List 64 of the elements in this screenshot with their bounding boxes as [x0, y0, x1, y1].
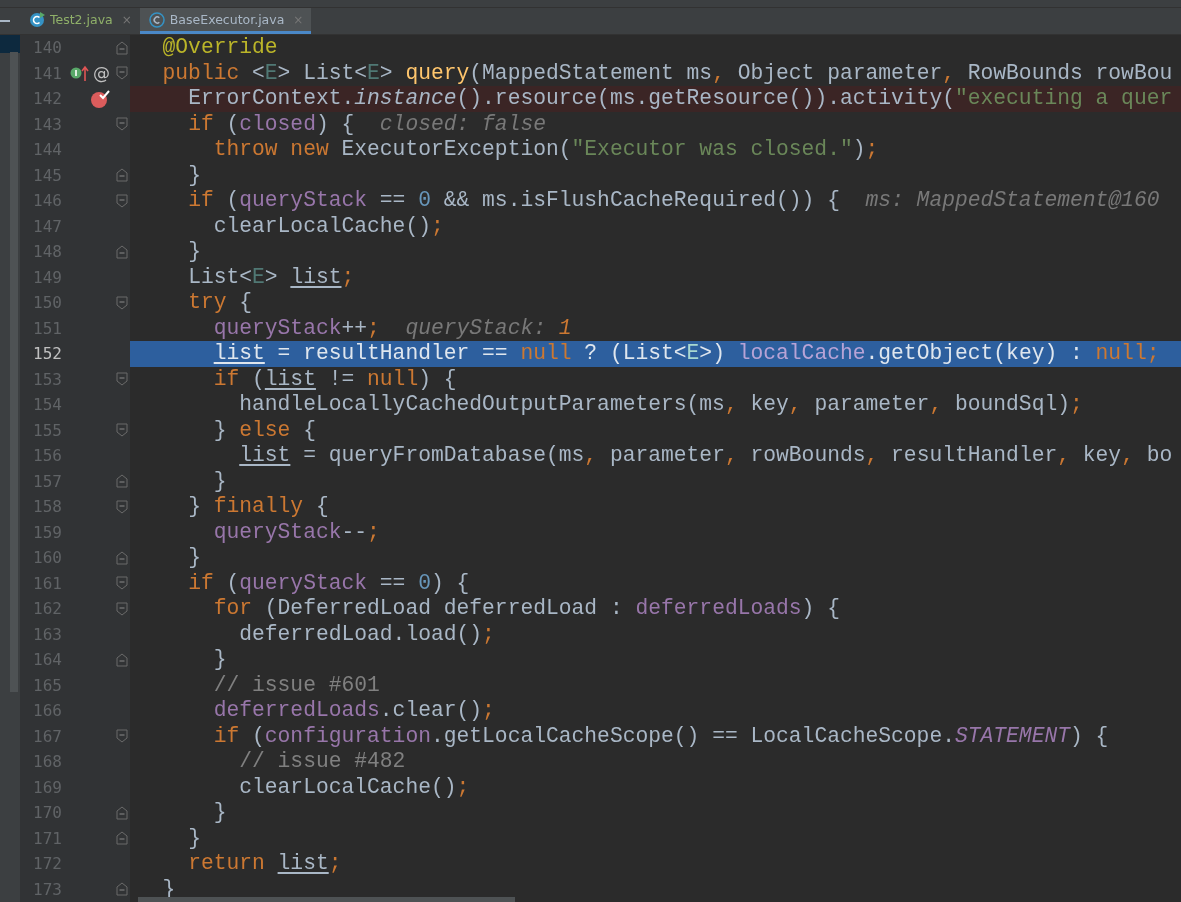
code-line: clearLocalCache();: [238, 774, 470, 800]
code-line: }: [212, 468, 227, 494]
annotation-icon[interactable]: @: [93, 64, 110, 82]
code-line: // issue #482: [238, 749, 406, 775]
close-icon[interactable]: ×: [121, 12, 132, 27]
fold-icon[interactable]: [116, 499, 128, 514]
code-line: List<E> list;: [187, 264, 355, 290]
fold-icon[interactable]: [116, 601, 128, 616]
fold-icon[interactable]: [116, 117, 128, 132]
fold-icon[interactable]: [116, 168, 128, 183]
code-line: if (list != null) {: [212, 366, 457, 392]
code-line: }: [187, 825, 201, 851]
code-line: list = resultHandler == null ? (List<E>) localCache.getObject(key) : null;: [212, 341, 1160, 367]
code-line: throw new ExecutorException("Executor was closed.");: [212, 137, 879, 163]
code-line: clearLocalCache();: [212, 213, 444, 239]
code-line: if (queryStack == 0 && ms.isFlushCacheRequired()) { ms: MappedStatement@160: [187, 188, 1160, 214]
fold-icon[interactable]: [116, 576, 128, 591]
code-line: }: [212, 800, 227, 826]
fold-icon[interactable]: [116, 372, 128, 387]
fold-icon[interactable]: [116, 882, 128, 897]
line-number: 152: [32, 344, 62, 364]
code-line: try {: [187, 290, 253, 316]
fold-icon[interactable]: [116, 66, 128, 81]
fold-icon[interactable]: [116, 40, 128, 55]
code-line: deferredLoads.clear();: [212, 698, 495, 724]
fold-icon[interactable]: [116, 423, 128, 438]
editor-tab[interactable]: BaseExecutor.java ×: [139, 8, 312, 34]
fold-icon[interactable]: [116, 729, 128, 744]
code-line: }: [212, 647, 227, 673]
code-line: }: [187, 162, 201, 188]
selected-tool-marker[interactable]: [0, 35, 20, 53]
code-line: queryStack++; queryStack: 1: [212, 315, 572, 341]
breakpoint-icon[interactable]: [90, 88, 110, 109]
code-line: if (configuration.getLocalCacheScope() == LocalCacheScope.STATEMENT) {: [212, 723, 1109, 749]
class-icon: [29, 11, 45, 28]
code-line: if (queryStack == 0) {: [187, 570, 470, 596]
fold-icon[interactable]: [116, 805, 128, 820]
implementation-icon[interactable]: [70, 64, 90, 83]
fold-icon[interactable]: [116, 474, 128, 489]
code-line: }: [187, 239, 201, 265]
fold-icon[interactable]: [116, 193, 128, 208]
code-line: // issue #601: [212, 672, 380, 698]
code-line: }: [187, 545, 201, 571]
scrollbar[interactable]: [138, 897, 515, 902]
code-line: for (DeferredLoad deferredLoad : deferredLoads) {: [212, 596, 840, 622]
code-line: list = queryFromDatabase(ms, parameter, rowBounds, resultHandler, key, bo: [238, 443, 1173, 469]
scrollbar[interactable]: [10, 52, 18, 692]
code-line: } finally {: [187, 494, 329, 520]
code-line: public <E> List<E> query(MappedStatement ms, Object parameter, RowBounds rowBou: [161, 60, 1173, 86]
code-line: return list;: [187, 851, 342, 877]
code-line: if (closed) { closed: false: [187, 111, 546, 137]
code-line: @Override: [161, 35, 278, 61]
code-line: ErrorContext.instance().resource(ms.getResource()).activity("executing a quer: [187, 86, 1173, 112]
editor-tab[interactable]: Test2.java ×: [20, 8, 140, 34]
fold-icon[interactable]: [116, 652, 128, 667]
code-line: handleLocallyCachedOutputParameters(ms, key, parameter, boundSql);: [238, 392, 1083, 418]
code-line: } else {: [212, 417, 316, 443]
fold-icon[interactable]: [116, 244, 128, 259]
class-icon: [148, 11, 165, 28]
fold-icon[interactable]: [116, 550, 128, 565]
fold-icon[interactable]: [116, 831, 128, 846]
code-line: queryStack--;: [212, 519, 380, 545]
fold-icon[interactable]: [116, 295, 128, 310]
code-line: deferredLoad.load();: [238, 621, 495, 647]
